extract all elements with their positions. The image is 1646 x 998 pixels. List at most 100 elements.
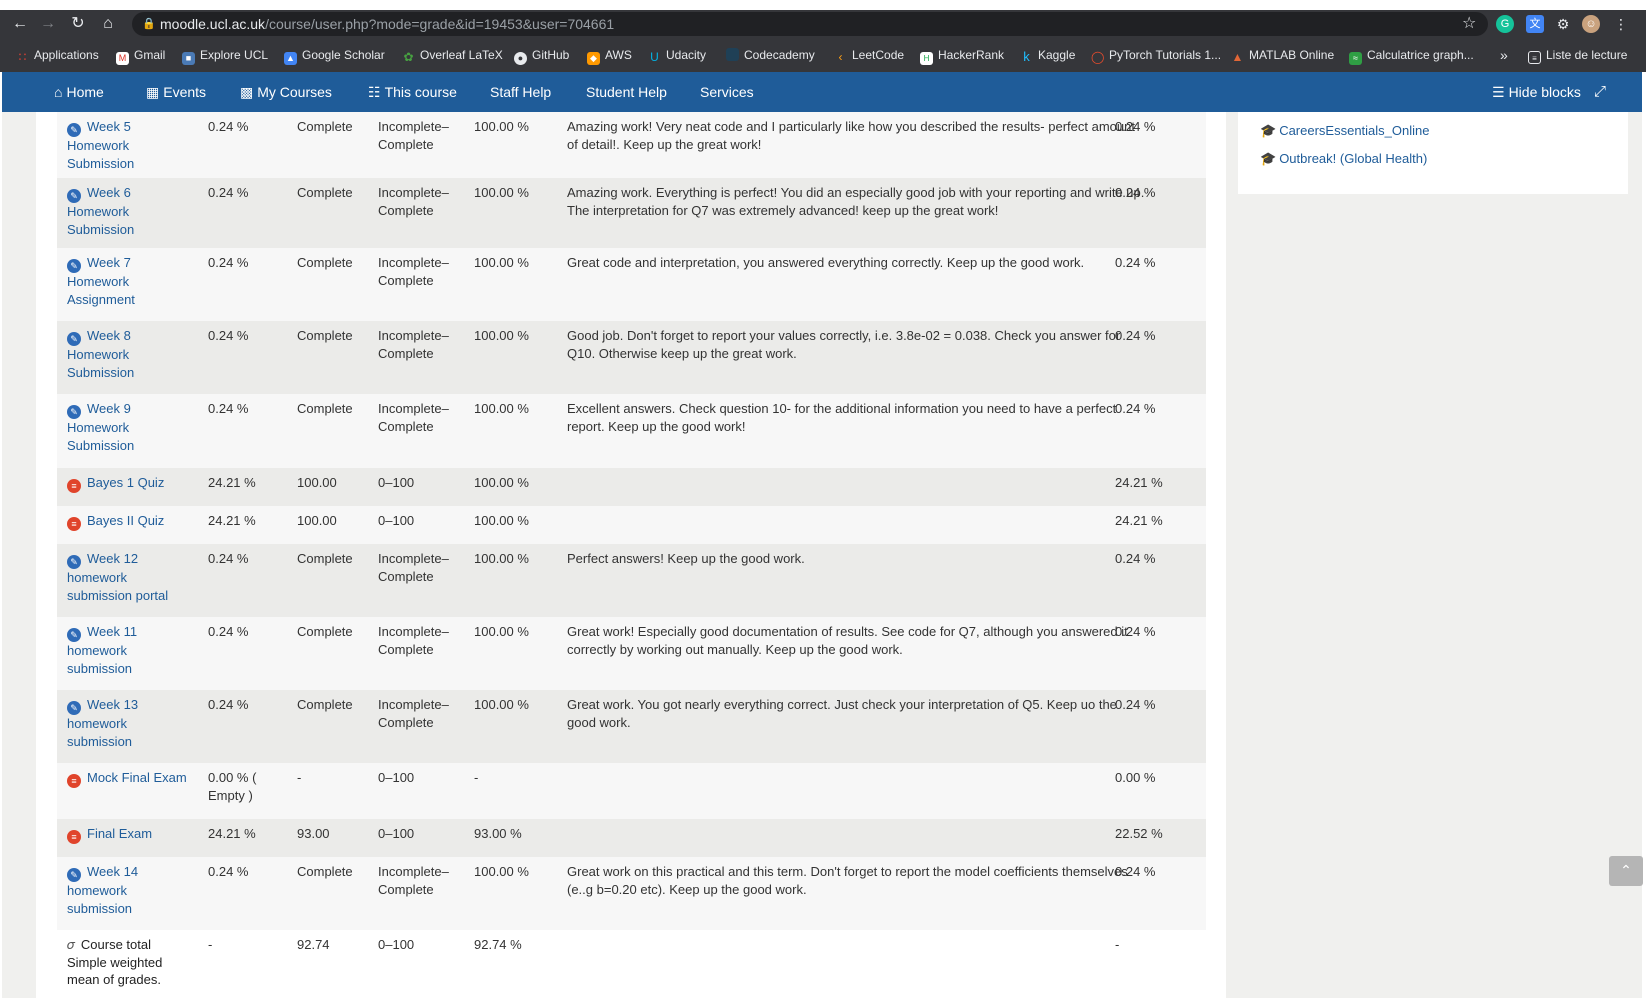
grade-cell: Complete [297, 401, 353, 416]
contribution-cell: 0.24 % [1115, 551, 1156, 566]
bookmark-label: Overleaf LaTeX [420, 48, 503, 62]
bookmark-label: Udacity [666, 48, 707, 62]
graduation-cap-icon: 🎓 [1260, 151, 1277, 166]
percentage-cell: 100.00 % [474, 119, 529, 134]
table-row: ✎ Week 11 homework submission 0.24 % Comp… [57, 617, 1206, 690]
bookmark-applications[interactable]: ∷ Applications [16, 38, 99, 72]
weight-cell: 0.24 % [208, 119, 249, 134]
reading-list-icon: ≡ [1528, 51, 1541, 64]
pytorch-icon: ◯ [1091, 50, 1105, 64]
home-icon[interactable]: ⌂ [96, 13, 120, 35]
udacity-icon: U [650, 50, 659, 64]
weight-cell: - [208, 937, 213, 952]
grade-item-link[interactable]: Bayes II Quiz [87, 513, 164, 528]
nav-staff-help[interactable]: Staff Help [490, 72, 551, 112]
percentage-cell: 100.00 % [474, 185, 529, 200]
bookmark-leetcode[interactable]: ‹ LeetCode [834, 38, 905, 72]
bookmark-kaggle[interactable]: k Kaggle [1020, 38, 1075, 72]
graduation-cap-icon: 🎓 [1260, 123, 1277, 138]
grade-item-link[interactable]: Bayes 1 Quiz [87, 475, 164, 490]
kaggle-icon: k [1023, 49, 1030, 64]
bookmark-github[interactable]: ● GitHub [514, 38, 569, 72]
bookmark-calculatrice[interactable]: ≈ Calculatrice graph... [1349, 38, 1474, 72]
nav-events[interactable]: ▦ Events [146, 72, 206, 112]
grade-cell: Complete [297, 551, 353, 566]
bookmark-aws[interactable]: ◆ AWS [587, 38, 632, 72]
percentage-cell: 100.00 % [474, 513, 529, 528]
reload-icon[interactable]: ↻ [66, 13, 90, 35]
back-to-top-button[interactable]: ⌃ [1609, 856, 1643, 886]
bookmark-udacity[interactable]: U Udacity [648, 38, 706, 72]
grade-item: ✎ Week 11 homework submission [67, 623, 193, 677]
bookmark-matlab[interactable]: ▲ MATLAB Online [1231, 38, 1335, 72]
contribution-cell: 0.24 % [1115, 697, 1156, 712]
contribution-cell: 0.24 % [1115, 185, 1156, 200]
contribution-cell: 0.24 % [1115, 864, 1156, 879]
hide-blocks-button[interactable]: ☰ Hide blocks [1492, 72, 1581, 112]
nav-services[interactable]: Services [700, 72, 754, 112]
profile-avatar[interactable]: ☺ [1582, 15, 1600, 33]
nav-this-course[interactable]: ☷ This course [368, 72, 457, 112]
nav-home-label: Home [66, 84, 104, 100]
assignment-icon: ✎ [67, 259, 81, 273]
reading-list-label: Liste de lecture [1546, 48, 1628, 62]
course-link-careers-essentials[interactable]: 🎓 CareersEssentials_Online [1260, 120, 1429, 142]
grade-item: ✎ Week 9 Homework Submission [67, 400, 193, 454]
bookmark-overleaf[interactable]: ✿ Overleaf LaTeX [402, 38, 503, 72]
reading-list[interactable]: ≡ Liste de lecture [1528, 38, 1627, 72]
bookmark-explore-ucl[interactable]: ■ Explore UCL [182, 38, 268, 72]
grade-item-link[interactable]: Week 12 homework submission portal [67, 551, 168, 603]
forward-arrow-icon[interactable]: → [36, 13, 60, 35]
table-row: ✎ Week 7 Homework Assignment 0.24 % Compl… [57, 248, 1206, 321]
collapse-icon[interactable]: ⤢ [1594, 72, 1606, 112]
bookmark-google-scholar[interactable]: ▲ Google Scholar [284, 38, 385, 72]
hackerrank-icon: H [920, 52, 933, 65]
bookmark-gmail[interactable]: M Gmail [116, 38, 165, 72]
weight-cell: 0.24 % [208, 328, 249, 343]
bookmark-pytorch[interactable]: ◯ PyTorch Tutorials 1... [1091, 38, 1221, 72]
table-row: ✎ Week 12 homework submission portal 0.24… [57, 544, 1206, 617]
feedback-cell: Amazing work. Everything is perfect! You… [567, 185, 1145, 218]
calendar-icon: ▦ [146, 84, 160, 100]
nav-my-courses[interactable]: ▩ My Courses [240, 72, 332, 112]
translate-icon[interactable]: 文 [1526, 15, 1544, 33]
grade-item-link[interactable]: Mock Final Exam [87, 770, 187, 785]
grade-item: ≡ Bayes II Quiz [67, 512, 193, 531]
more-bookmarks-chevron-icon[interactable]: » [1500, 38, 1508, 72]
bookmark-hackerrank[interactable]: H HackerRank [920, 38, 1004, 72]
feedback-cell: Great code and interpretation, you answe… [567, 255, 1085, 270]
lock-icon: 🔒 [142, 18, 156, 30]
grammarly-icon[interactable]: G [1496, 15, 1514, 33]
contribution-cell: 0.24 % [1115, 401, 1156, 416]
course-link-label: CareersEssentials_Online [1279, 123, 1430, 138]
course-total-title: Course total [80, 937, 151, 952]
browser-menu-icon[interactable]: ⋮ [1612, 15, 1630, 33]
quiz-icon: ≡ [67, 774, 81, 788]
bookmark-label: MATLAB Online [1249, 48, 1335, 62]
bookmark-star-icon[interactable]: ☆ [1462, 12, 1476, 36]
hide-blocks-label: Hide blocks [1508, 84, 1581, 100]
bookmark-label: Kaggle [1038, 48, 1076, 62]
gmail-icon: M [116, 52, 129, 65]
grade-item-link[interactable]: Final Exam [87, 826, 152, 841]
grade-item: ✎ Week 14 homework submission [67, 863, 193, 917]
nav-student-help[interactable]: Student Help [586, 72, 667, 112]
contribution-cell: 24.21 % [1115, 513, 1163, 528]
percentage-cell: 100.00 % [474, 401, 529, 416]
percentage-cell: 100.00 % [474, 697, 529, 712]
feedback-cell: Excellent answers. Check question 10- fo… [567, 401, 1117, 434]
chevron-up-icon: ⌃ [1620, 862, 1632, 878]
range-cell: Incomplete–Complete [378, 255, 449, 288]
nav-home[interactable]: ⌂ Home [54, 72, 104, 112]
courses-block: 🎓 CareersEssentials_Online 🎓 Outbreak! (Gl… [1238, 112, 1628, 194]
course-link-outbreak[interactable]: 🎓 Outbreak! (Global Health) [1260, 148, 1427, 170]
table-row: ✎ Week 9 Homework Submission 0.24 % Compl… [57, 394, 1206, 468]
weight-cell: 0.24 % [208, 624, 249, 639]
back-arrow-icon[interactable]: ← [8, 13, 32, 35]
bookmark-codecademy[interactable]: Codecademy [726, 38, 815, 72]
extensions-puzzle-icon[interactable]: ⚙ [1554, 15, 1572, 33]
address-bar[interactable]: 🔒 moodle.ucl.ac.uk/course/user.php?mode=… [132, 12, 1488, 36]
sigma-icon: 𝜎 [67, 937, 75, 952]
apps-grid-icon: ∷ [18, 50, 27, 64]
assignment-icon: ✎ [67, 555, 81, 569]
